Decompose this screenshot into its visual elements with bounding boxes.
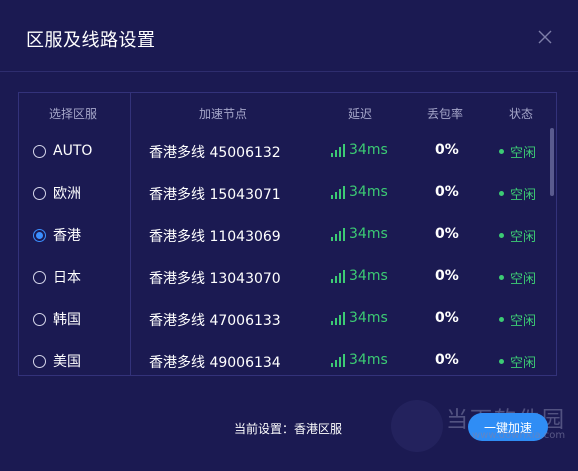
table-row[interactable]: 香港多线 11043069 34ms 0% 空闲	[131, 220, 551, 250]
server-table: 选择区服 加速节点 延迟 丢包率 状态 AUTO 欧洲 香港 日本 韩国 美国 …	[18, 92, 557, 376]
status-badge: 空闲	[499, 310, 536, 329]
status-dot-icon	[499, 275, 504, 280]
signal-icon	[331, 269, 345, 283]
region-label: 香港	[53, 228, 81, 244]
region-item-europe[interactable]: 欧洲	[33, 178, 81, 208]
header-status: 状态	[509, 107, 534, 121]
region-label: 日本	[53, 270, 81, 286]
latency-value: 34ms	[331, 268, 388, 284]
header-latency: 延迟	[348, 107, 373, 121]
signal-icon	[331, 185, 345, 199]
node-name: 香港多线 49006134	[149, 355, 281, 371]
watermark-logo-icon	[391, 400, 443, 452]
region-label: 欧洲	[53, 186, 81, 202]
status-text: 空闲	[510, 356, 537, 371]
status-dot-icon	[499, 317, 504, 322]
loss-value: 0%	[435, 268, 459, 284]
title-divider	[0, 71, 578, 72]
header-node: 加速节点	[199, 107, 248, 121]
current-setting-label: 当前设置：香港区服	[234, 422, 343, 436]
watermark-url: www.downxia.com	[472, 430, 566, 441]
region-item-korea[interactable]: 韩国	[33, 304, 81, 334]
status-text: 空闲	[510, 230, 537, 245]
latency-value: 34ms	[331, 226, 388, 242]
radio-button[interactable]	[33, 186, 46, 200]
latency-text: 34ms	[349, 310, 388, 326]
table-row[interactable]: 香港多线 49006134 34ms 0% 空闲	[131, 346, 551, 375]
radio-button[interactable]	[33, 270, 46, 284]
loss-value: 0%	[435, 226, 459, 242]
node-name: 香港多线 15043071	[149, 187, 281, 203]
region-list: AUTO 欧洲 香港 日本 韩国 美国	[19, 93, 130, 375]
status-badge: 空闲	[499, 142, 536, 161]
latency-text: 34ms	[349, 268, 388, 284]
table-row[interactable]: 香港多线 47006133 34ms 0% 空闲	[131, 304, 551, 334]
signal-icon	[331, 227, 345, 241]
node-name: 香港多线 13043070	[149, 271, 281, 287]
region-label: 美国	[53, 354, 81, 370]
status-badge: 空闲	[499, 184, 536, 203]
table-row[interactable]: 香港多线 13043070 34ms 0% 空闲	[131, 262, 551, 292]
node-name: 香港多线 11043069	[149, 229, 281, 245]
region-label: 韩国	[53, 312, 81, 328]
latency-value: 34ms	[331, 142, 388, 158]
status-dot-icon	[499, 191, 504, 196]
latency-value: 34ms	[331, 352, 388, 368]
radio-button[interactable]	[33, 312, 46, 326]
latency-value: 34ms	[331, 310, 388, 326]
loss-value: 0%	[435, 184, 459, 200]
status-text: 空闲	[510, 314, 537, 329]
status-text: 空闲	[510, 146, 537, 161]
latency-text: 34ms	[349, 352, 388, 368]
status-badge: 空闲	[499, 352, 536, 371]
radio-button[interactable]	[33, 354, 46, 368]
loss-value: 0%	[435, 310, 459, 326]
status-badge: 空闲	[499, 268, 536, 287]
table-row[interactable]: 香港多线 15043071 34ms 0% 空闲	[131, 178, 551, 208]
radio-button-selected[interactable]	[33, 228, 46, 242]
status-badge: 空闲	[499, 226, 536, 245]
signal-icon	[331, 143, 345, 157]
status-dot-icon	[499, 149, 504, 154]
close-icon[interactable]	[536, 28, 554, 46]
scrollbar[interactable]	[550, 128, 554, 196]
radio-button[interactable]	[33, 144, 46, 158]
latency-text: 34ms	[349, 226, 388, 242]
latency-text: 34ms	[349, 142, 388, 158]
status-dot-icon	[499, 233, 504, 238]
status-text: 空闲	[510, 272, 537, 287]
status-text: 空闲	[510, 188, 537, 203]
latency-text: 34ms	[349, 184, 388, 200]
dialog-title: 区服及线路设置	[26, 30, 156, 51]
header-loss: 丢包率	[427, 107, 464, 121]
table-row[interactable]: 香港多线 45006132 34ms 0% 空闲	[131, 136, 551, 166]
loss-value: 0%	[435, 352, 459, 368]
loss-value: 0%	[435, 142, 459, 158]
region-item-japan[interactable]: 日本	[33, 262, 81, 292]
signal-icon	[331, 353, 345, 367]
signal-icon	[331, 311, 345, 325]
latency-value: 34ms	[331, 184, 388, 200]
region-label: AUTO	[53, 143, 93, 159]
region-item-auto[interactable]: AUTO	[33, 136, 92, 166]
region-item-hongkong[interactable]: 香港	[33, 220, 81, 250]
status-dot-icon	[499, 359, 504, 364]
node-name: 香港多线 45006132	[149, 145, 281, 161]
node-name: 香港多线 47006133	[149, 313, 281, 329]
region-item-usa[interactable]: 美国	[33, 346, 81, 375]
